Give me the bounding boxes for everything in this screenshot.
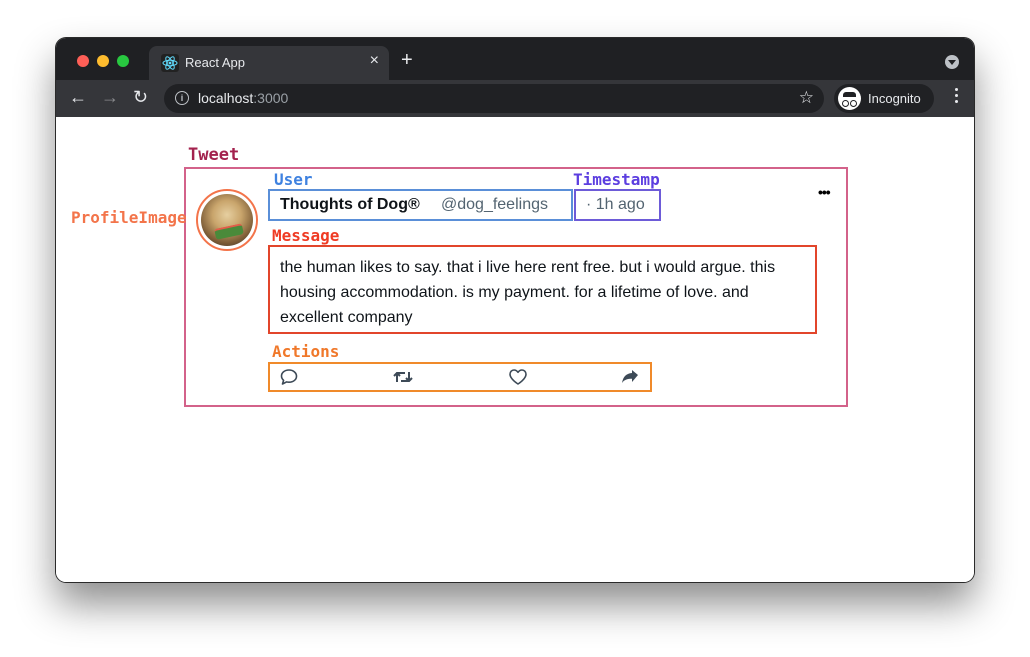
share-icon[interactable] [620, 368, 640, 386]
minimize-window-button[interactable] [97, 55, 109, 67]
user-info[interactable]: Thoughts of Dog® @dog_feelings [268, 189, 573, 221]
timestamp: · 1h ago [574, 189, 661, 221]
retweet-icon[interactable] [393, 368, 413, 386]
tab-close-icon[interactable]: × [370, 52, 379, 70]
browser-menu-icon[interactable] [955, 88, 959, 106]
new-tab-button[interactable]: + [401, 50, 413, 70]
browser-toolbar: ← → ↻ i localhost:3000 ☆ Incognito [56, 80, 974, 117]
url-port: :3000 [253, 90, 289, 106]
incognito-badge[interactable]: Incognito [834, 84, 934, 113]
forward-button[interactable]: → [101, 88, 119, 106]
user-handle[interactable]: @dog_feelings [441, 196, 548, 214]
profile-image[interactable] [196, 189, 258, 251]
reply-icon[interactable] [279, 368, 299, 386]
tweet-annotation-label: Tweet [188, 145, 240, 165]
url-text[interactable]: localhost:3000 [198, 90, 288, 106]
back-button[interactable]: ← [69, 88, 87, 106]
reload-button[interactable]: ↻ [133, 88, 148, 106]
message: the human likes to say. that i live here… [268, 245, 817, 334]
more-options-icon[interactable]: ••• [818, 184, 831, 200]
incognito-label: Incognito [868, 91, 921, 106]
avatar [201, 194, 253, 246]
bookmark-star-icon[interactable]: ☆ [799, 88, 814, 108]
timestamp-text: · 1h ago [586, 196, 645, 213]
react-logo-icon [161, 54, 179, 72]
maximize-window-button[interactable] [117, 55, 129, 67]
address-bar[interactable]: i localhost:3000 ☆ [164, 84, 824, 113]
message-annotation-label: Message [272, 226, 340, 245]
like-heart-icon[interactable] [508, 368, 528, 386]
tab-title: React App [185, 55, 245, 70]
user-name[interactable]: Thoughts of Dog® [280, 196, 420, 214]
incognito-icon [838, 87, 861, 110]
profile-image-annotation-label: ProfileImage [71, 208, 187, 227]
timestamp-annotation-label: Timestamp [573, 170, 660, 189]
browser-window: React App × + ← → ↻ i localhost:3000 ☆ I… [56, 38, 974, 582]
info-icon[interactable]: i [175, 91, 189, 105]
message-text: the human likes to say. that i live here… [280, 259, 776, 326]
tab-strip: React App × + [56, 38, 974, 80]
user-annotation-label: User [274, 170, 313, 189]
actions-bar [268, 362, 652, 392]
tab-react-app[interactable]: React App × [149, 46, 389, 80]
url-host: localhost [198, 90, 254, 106]
page-content: Tweet ProfileImage User Thoughts of Dog®… [56, 117, 974, 582]
close-window-button[interactable] [77, 55, 89, 67]
tab-search-icon[interactable] [945, 55, 959, 69]
actions-annotation-label: Actions [272, 342, 340, 361]
